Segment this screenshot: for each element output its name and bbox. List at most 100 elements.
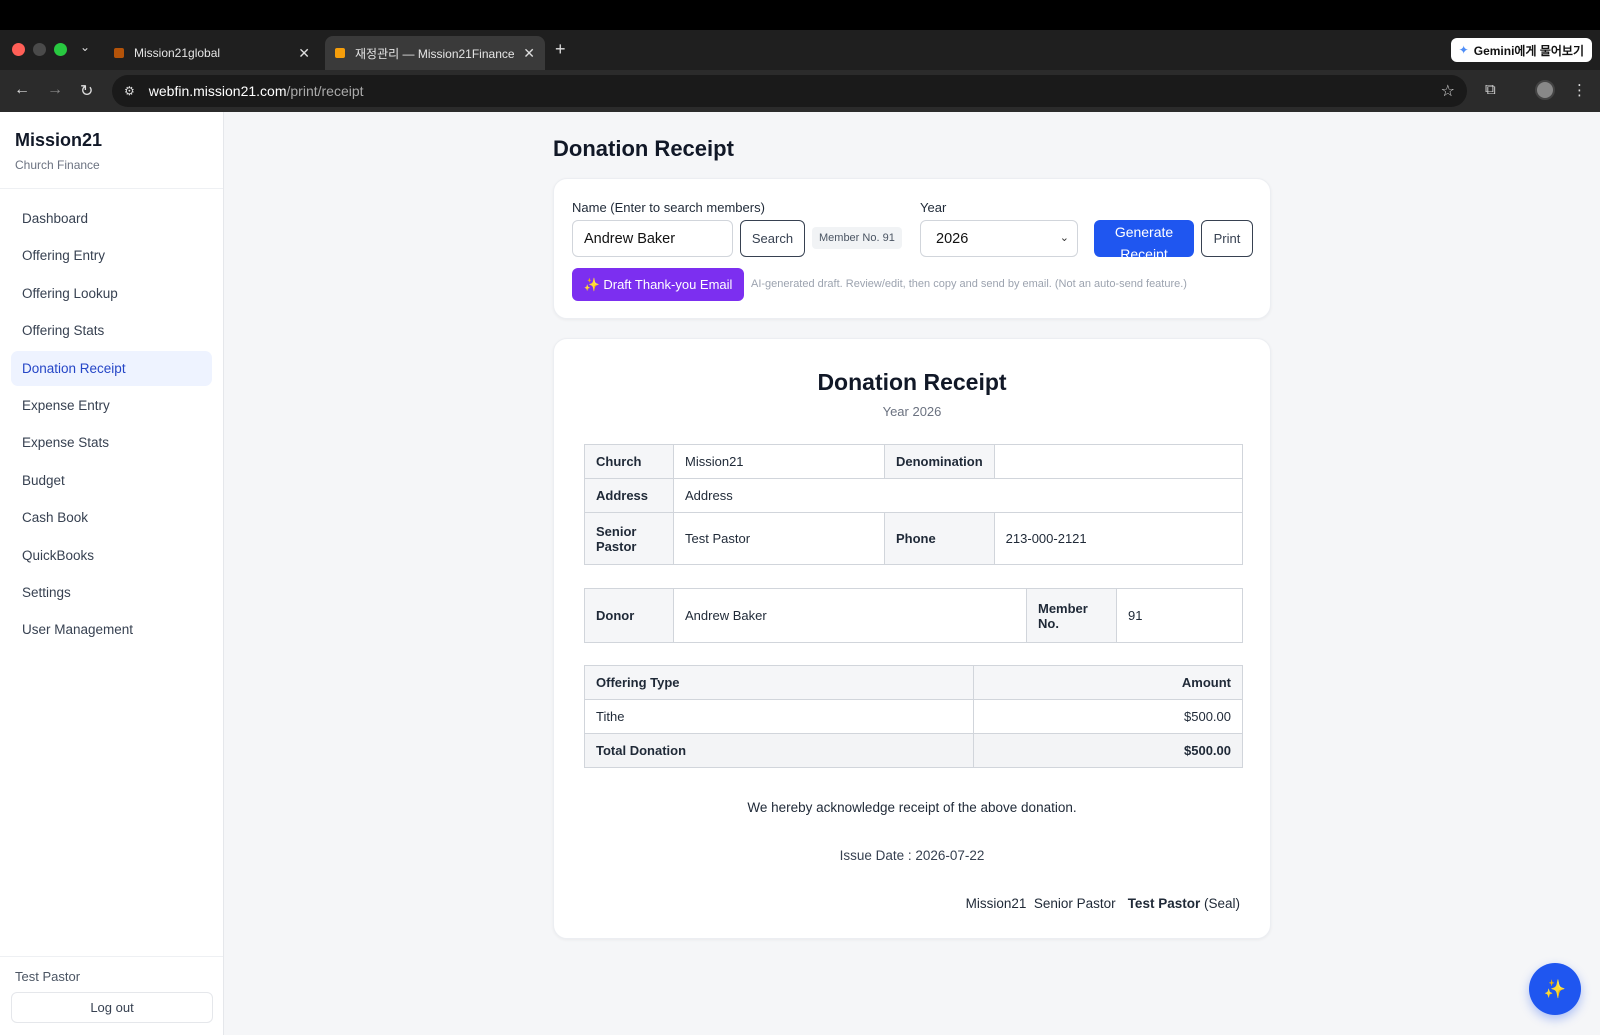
close-icon[interactable]: ✕ [523,45,535,62]
reload-icon[interactable]: ↻ [80,81,93,101]
signature-name: Test Pastor [1127,896,1201,911]
url-path: /print/receipt [286,83,364,99]
acknowledgement-text: We hereby acknowledge receipt of the abo… [747,800,1077,815]
member-no-label: Member No. [1026,588,1117,643]
forward-arrow-icon[interactable]: → [47,81,63,99]
current-user-name: Test Pastor [15,969,81,984]
new-tab-plus-icon[interactable]: + [555,39,566,60]
sidebar-item-expense-stats[interactable]: Expense Stats [11,425,212,460]
bookmark-star-icon[interactable]: ☆ [1441,81,1455,101]
print-button[interactable]: Print [1201,220,1253,257]
denomination-value [993,444,1244,479]
sidebar-item-offering-stats[interactable]: Offering Stats [11,313,212,348]
address-value: Address [673,478,1243,513]
draft-thank-you-email-button[interactable]: ✨ Draft Thank-you Email [572,268,744,301]
receipt-title: Donation Receipt [817,369,1007,395]
year-field-label: Year [920,200,947,215]
offering-type-header: Offering Type [584,665,974,700]
tab-title: 재정관리 — Mission21Finance W [355,46,516,61]
offering-type-cell: Tithe [584,699,974,734]
sparkles-icon: ✨ [1543,978,1567,999]
gemini-ask-label: Gemini에게 물어보기 [1473,43,1584,58]
page-title: Donation Receipt [553,136,734,161]
browser-tab-finance[interactable]: 재정관리 — Mission21Finance W ✕ [325,36,545,70]
url-host: webfin.mission21.com [148,83,287,99]
year-select-value: 2026 [936,230,969,247]
signature-seal: (Seal) [1203,896,1240,911]
receipt-document: Donation Receipt Year 2026 Church Missio… [553,338,1271,939]
address-bar[interactable]: ⚙ webfin.mission21.com/print/receipt ☆ [112,75,1467,107]
zoom-window-button[interactable] [54,43,67,56]
sidebar-item-offering-entry[interactable]: Offering Entry [11,238,212,273]
church-value: Mission21 [673,444,885,479]
sidebar-nav: Dashboard Offering Entry Offering Lookup… [0,189,223,662]
close-icon[interactable]: ✕ [298,45,310,62]
sidebar-item-quickbooks[interactable]: QuickBooks [11,538,212,573]
brand-block: Mission21 Church Finance [0,112,223,189]
sidebar-item-expense-entry[interactable]: Expense Entry [11,388,212,423]
church-label: Church [584,444,674,479]
generate-receipt-button[interactable]: Generate Receipt [1094,220,1194,257]
search-button[interactable]: Search [740,220,805,257]
table-row: Tithe $500.00 [584,699,1243,734]
sidebar-item-budget[interactable]: Budget [11,463,212,498]
extensions-puzzle-icon[interactable]: ⧉ [1485,81,1496,98]
sidebar-item-user-management[interactable]: User Management [11,612,212,647]
tab-search-chevron-icon[interactable]: ⌄ [80,40,90,54]
senior-pastor-value: Test Pastor [673,512,885,565]
issue-date: Issue Date : 2026-07-22 [839,848,985,863]
profile-avatar[interactable] [1535,80,1555,100]
phone-value: 213-000-2121 [993,512,1244,565]
donor-value: Andrew Baker [673,588,1027,643]
chevron-down-icon: ⌄ [1059,232,1069,244]
browser-toolbar: ← → ↻ ⚙ webfin.mission21.com/print/recei… [0,70,1600,112]
favicon-icon [335,48,345,58]
receipt-controls-card: Name (Enter to search members) Andrew Ba… [553,178,1271,319]
close-window-button[interactable] [12,43,25,56]
ai-assistant-button[interactable]: ✨ [1529,963,1581,1015]
sidebar-item-settings[interactable]: Settings [11,575,212,610]
browser-tab-strip: ⌄ Mission21global ✕ 재정관리 — Mission21Fina… [0,30,1600,70]
sidebar-footer: Test Pastor Log out [0,956,223,1035]
signature-line: Mission21 Senior Pastor Test Pastor (Seal… [966,896,1240,911]
back-arrow-icon[interactable]: ← [14,81,30,99]
brand-subtitle: Church Finance [15,158,100,172]
senior-pastor-label: Senior Pastor [584,512,674,565]
logout-button[interactable]: Log out [11,992,213,1023]
sidebar-item-offering-lookup[interactable]: Offering Lookup [11,276,212,311]
donor-label: Donor [584,588,674,643]
site-settings-icon[interactable]: ⚙ [124,84,135,98]
signature-prefix: Mission21 Senior Pastor [965,896,1116,911]
minimize-window-button[interactable] [33,43,46,56]
name-field-label: Name (Enter to search members) [572,200,765,215]
total-label: Total Donation [584,733,974,768]
brand-title: Mission21 [15,130,103,150]
favicon-icon [114,48,124,58]
member-name-input[interactable]: Andrew Baker [572,220,733,257]
os-menu-bar [0,0,1600,30]
browser-tab-mission21global[interactable]: Mission21global ✕ [104,36,320,70]
browser-menu-icon[interactable]: ⋮ [1572,81,1587,99]
denomination-label: Denomination [884,444,995,479]
total-value: $500.00 [973,733,1243,768]
sidebar-item-cash-book[interactable]: Cash Book [11,500,212,535]
church-info-table: Church Mission21 Denomination Address Ad… [584,444,1244,565]
phone-label: Phone [884,512,995,565]
total-row: Total Donation $500.00 [584,733,1243,768]
receipt-year: Year 2026 [882,404,942,419]
member-number-badge: Member No. 91 [812,227,902,249]
sidebar: Mission21 Church Finance Dashboard Offer… [0,112,224,1035]
app-root: Mission21 Church Finance Dashboard Offer… [0,112,1600,1035]
address-label: Address [584,478,674,513]
draft-disclaimer-text: AI-generated draft. Review/edit, then co… [751,278,1187,290]
sidebar-item-donation-receipt[interactable]: Donation Receipt [11,350,212,386]
gemini-ask-button[interactable]: ✦ Gemini에게 물어보기 [1450,38,1592,62]
year-select[interactable]: 2026 ⌄ [920,220,1078,257]
tab-title: Mission21global [134,46,221,60]
member-no-value: 91 [1116,588,1243,643]
amount-header: Amount [973,665,1243,700]
sidebar-item-dashboard[interactable]: Dashboard [11,201,212,236]
donor-table: Donor Andrew Baker Member No. 91 [584,588,1243,643]
gemini-sparkle-icon: ✦ [1458,43,1469,57]
amount-cell: $500.00 [973,699,1243,734]
